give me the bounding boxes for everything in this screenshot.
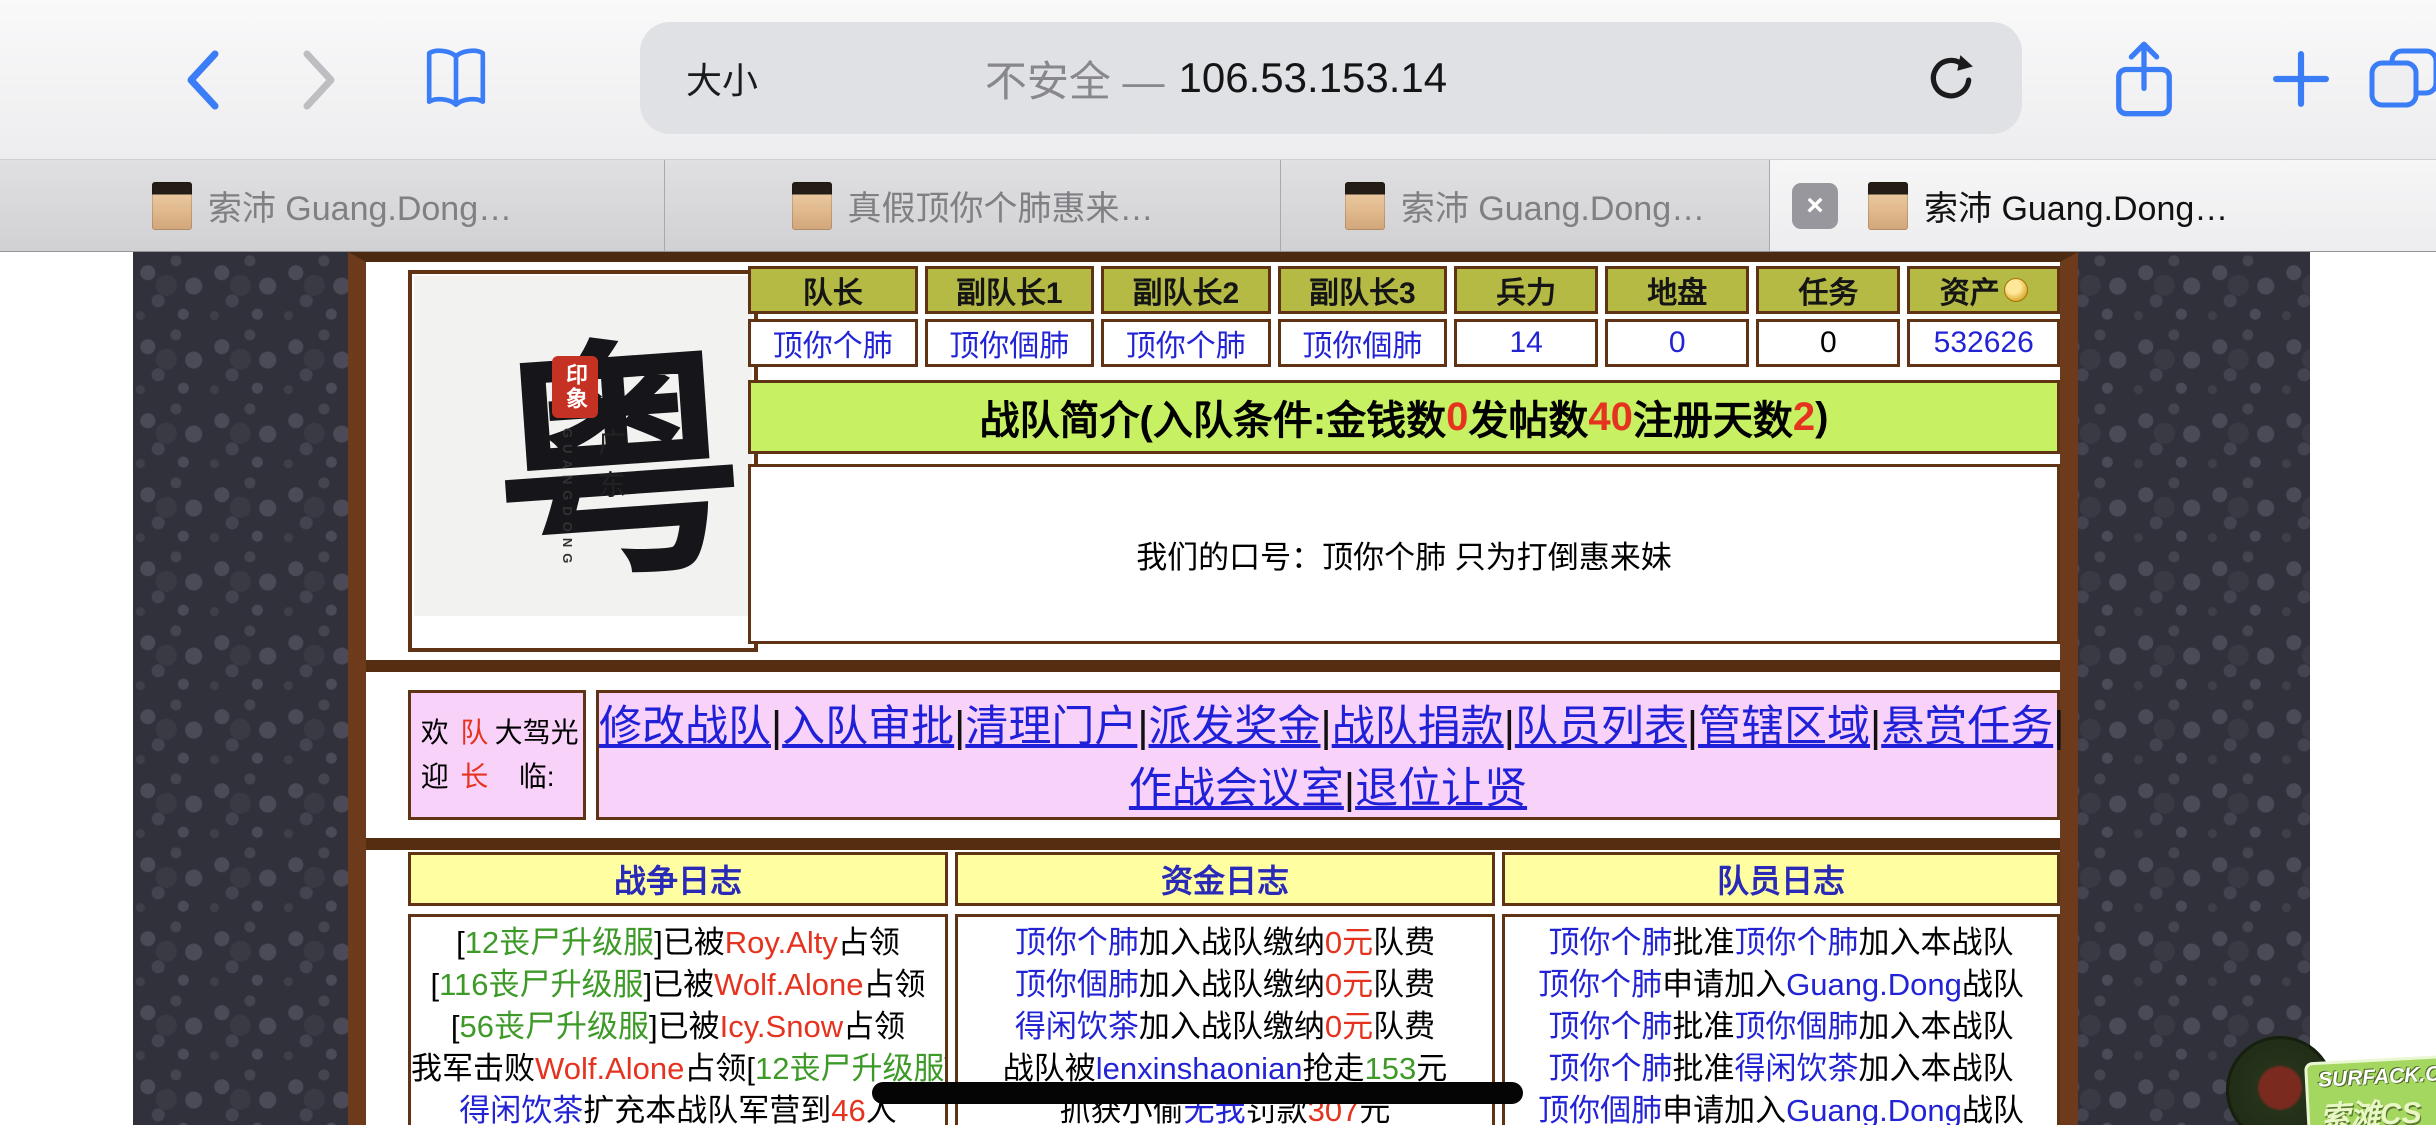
content-frame: 粤 印象 广东 GUANGDONG 队长 副队长1 副队长2 副队长3 兵力 地… bbox=[348, 252, 2078, 1125]
section-divider bbox=[366, 838, 2060, 850]
site-favicon bbox=[1868, 182, 1908, 230]
tabs-icon bbox=[2368, 46, 2436, 112]
web-page: 粤 印象 广东 GUANGDONG 队长 副队长1 副队长2 副队长3 兵力 地… bbox=[0, 252, 2436, 1125]
tab-1[interactable]: 索沛 Guang.Dong… bbox=[0, 160, 665, 251]
roster-header-territory: 地盘 bbox=[1605, 266, 1749, 314]
war-log-title: 战争日志 bbox=[408, 852, 948, 906]
menu-row-1: 修改战队|入队审批|清理门户|派发奖金|战队捐款|队员列表|管辖区域|悬赏任务| bbox=[599, 696, 2057, 758]
share-icon bbox=[2112, 40, 2176, 120]
nav-link-territory[interactable]: 管辖区域 bbox=[1698, 703, 1870, 751]
safari-window: 大小 不安全 — 106.53.153.14 bbox=[0, 0, 2436, 1125]
log-line: [116丧尸升级服]已被Wolf.Alone占领 bbox=[411, 964, 945, 1006]
log-line: 我军击败Wolf.Alone占领[12丧尸升级服] bbox=[411, 1048, 945, 1090]
url-text: 不安全 — 106.53.153.14 bbox=[640, 22, 1792, 134]
tab-4-active[interactable]: × 索沛 Guang.Dong… bbox=[1770, 160, 2436, 251]
money-log-title: 资金日志 bbox=[955, 852, 1495, 906]
roster-deputy3-link[interactable]: 顶你個肺 bbox=[1278, 319, 1448, 367]
tab-bar: 索沛 Guang.Dong… 真假顶你个肺惠来… 索沛 Guang.Dong… … bbox=[0, 160, 2436, 252]
roster-troops-value: 14 bbox=[1454, 319, 1598, 367]
roster-territory-value: 0 bbox=[1605, 319, 1749, 367]
tab-3[interactable]: 索沛 Guang.Dong… bbox=[1281, 160, 1770, 251]
roster-leader-link[interactable]: 顶你个肺 bbox=[748, 319, 918, 367]
log-line: 顶你個肺加入战队缴纳0元队费 bbox=[958, 964, 1492, 1006]
guangdong-cn-label: 广东 bbox=[590, 428, 630, 512]
close-tab-button[interactable]: × bbox=[1792, 183, 1838, 229]
member-log-list: 顶你个肺批准顶你个肺加入本战队 顶你个肺申请加入Guang.Dong战队 顶你个… bbox=[1502, 914, 2060, 1125]
roster-header-deputy3: 副队长3 bbox=[1278, 266, 1448, 314]
safari-toolbar: 大小 不安全 — 106.53.153.14 bbox=[0, 0, 2436, 160]
back-button[interactable] bbox=[180, 48, 226, 112]
log-line: [56丧尸升级服]已被Icy.Snow占领 bbox=[411, 1006, 945, 1048]
reload-button[interactable] bbox=[1926, 53, 1976, 103]
log-line: 顶你个肺申请加入Guang.Dong战队 bbox=[1505, 964, 2057, 1006]
log-line: 得闲饮茶加入战队缴纳0元队费 bbox=[958, 1006, 1492, 1048]
clan-slogan: 我们的口号：顶你个肺 只为打倒惠来妹 bbox=[748, 464, 2060, 644]
clan-logo: 粤 印象 广东 GUANGDONG bbox=[408, 270, 758, 652]
nav-link-donation[interactable]: 战队捐款 bbox=[1332, 703, 1504, 751]
coin-icon bbox=[2004, 278, 2028, 302]
tab-2[interactable]: 真假顶你个肺惠来… bbox=[665, 160, 1281, 251]
log-line: 顶你个肺批准顶你个肺加入本战队 bbox=[1505, 922, 2057, 964]
tabs-overview-button[interactable] bbox=[2368, 46, 2436, 112]
share-button[interactable] bbox=[2112, 40, 2176, 120]
not-secure-label: 不安全 — bbox=[985, 48, 1165, 109]
log-line: [12丧尸升级服]已被Roy.Alty占领 bbox=[411, 922, 945, 964]
nav-link-war-room[interactable]: 作战会议室 bbox=[1129, 765, 1344, 813]
roster-deputy1-link[interactable]: 顶你個肺 bbox=[925, 319, 1095, 367]
roster-header-deputy2: 副队长2 bbox=[1101, 266, 1271, 314]
roster-assets-value: 532626 bbox=[1907, 319, 2060, 367]
guangdong-calligraphy-image: 粤 印象 广东 GUANGDONG bbox=[414, 276, 752, 616]
roster-tasks-value: 0 bbox=[1756, 319, 1900, 367]
home-indicator bbox=[872, 1082, 1523, 1104]
roster-header-leader: 队长 bbox=[748, 266, 918, 314]
log-line: 顶你个肺加入战队缴纳0元队费 bbox=[958, 922, 1492, 964]
roster-deputy2-link[interactable]: 顶你个肺 bbox=[1101, 319, 1271, 367]
member-log-title: 队员日志 bbox=[1502, 852, 2060, 906]
nav-link-bonus[interactable]: 派发奖金 bbox=[1149, 703, 1321, 751]
section-divider bbox=[366, 660, 2060, 672]
clan-roster-table: 队长 副队长1 副队长2 副队长3 兵力 地盘 任务 资产 顶你个肺 顶你個肺 … bbox=[748, 266, 2060, 367]
tab-title: 索沛 Guang.Dong… bbox=[1401, 181, 1705, 230]
log-line: 顶你个肺批准顶你個肺加入本战队 bbox=[1505, 1006, 2057, 1048]
nav-link-member-list[interactable]: 队员列表 bbox=[1515, 703, 1687, 751]
tab-title: 索沛 Guang.Dong… bbox=[1924, 181, 2228, 230]
nav-link-edit-clan[interactable]: 修改战队 bbox=[599, 703, 771, 751]
roster-header-assets: 资产 bbox=[1907, 266, 2060, 314]
url-host: 106.53.153.14 bbox=[1179, 54, 1448, 102]
menu-row-2: 作战会议室|退位让贤 bbox=[599, 758, 2057, 820]
log-line: 顶你个肺批准得闲饮茶加入本战队 bbox=[1505, 1048, 2057, 1090]
clan-admin-menu: 修改战队|入队审批|清理门户|派发奖金|战队捐款|队员列表|管辖区域|悬赏任务|… bbox=[596, 690, 2060, 820]
address-bar[interactable]: 大小 不安全 — 106.53.153.14 bbox=[640, 22, 2022, 134]
red-seal-stamp: 印象 bbox=[552, 356, 598, 418]
forward-button[interactable] bbox=[296, 48, 342, 112]
book-icon bbox=[423, 44, 489, 114]
nav-link-bounty[interactable]: 悬赏任务 bbox=[1881, 703, 2053, 751]
new-tab-button[interactable] bbox=[2272, 50, 2330, 108]
site-favicon bbox=[1345, 182, 1385, 230]
chevron-right-icon bbox=[296, 48, 342, 112]
nav-link-purge-members[interactable]: 清理门户 bbox=[965, 703, 1137, 751]
site-favicon bbox=[792, 182, 832, 230]
chevron-left-icon bbox=[180, 48, 226, 112]
welcome-label: 欢迎队长大驾光临: bbox=[408, 690, 586, 820]
log-line: 顶你個肺申请加入Guang.Dong战队 bbox=[1505, 1090, 2057, 1125]
nav-link-join-approval[interactable]: 入队审批 bbox=[782, 703, 954, 751]
nav-link-abdicate[interactable]: 退位让贤 bbox=[1355, 765, 1527, 813]
watermark-badge: SURFACK.COM 索滩CS bbox=[2304, 1054, 2436, 1125]
clan-intro-banner: 战队简介(入队条件:金钱数0 发帖数40 注册天数2) bbox=[748, 380, 2060, 454]
tab-title: 真假顶你个肺惠来… bbox=[848, 181, 1154, 230]
tab-title: 索沛 Guang.Dong… bbox=[208, 181, 512, 230]
guangdong-en-label: GUANGDONG bbox=[560, 428, 575, 569]
roster-header-tasks: 任务 bbox=[1756, 266, 1900, 314]
bookmarks-button[interactable] bbox=[423, 44, 489, 114]
site-favicon bbox=[152, 182, 192, 230]
reload-icon bbox=[1926, 53, 1976, 103]
log-line: 得闲饮茶扩充本战队军营到46人 bbox=[411, 1090, 945, 1125]
war-log-list: [12丧尸升级服]已被Roy.Alty占领 [116丧尸升级服]已被Wolf.A… bbox=[408, 914, 948, 1125]
roster-header-deputy1: 副队长1 bbox=[925, 266, 1095, 314]
plus-icon bbox=[2272, 50, 2330, 108]
roster-header-troops: 兵力 bbox=[1454, 266, 1598, 314]
